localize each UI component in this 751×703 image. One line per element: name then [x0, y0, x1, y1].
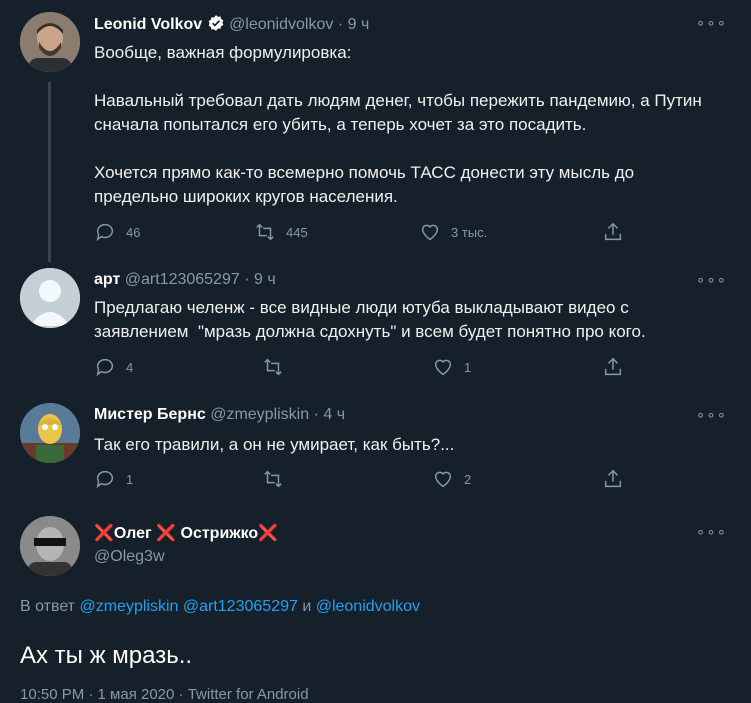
like-button[interactable]: 2 [432, 468, 471, 490]
timestamp[interactable]: 9 ч [348, 16, 370, 33]
cross-mark-icon: ❌ [258, 525, 279, 542]
conjunction: и [302, 598, 312, 615]
share-button[interactable] [602, 468, 624, 490]
verified-icon [208, 15, 223, 31]
display-name-part2[interactable]: Острижко [181, 525, 259, 542]
handle[interactable]: @zmeypliskin [210, 406, 309, 423]
mention-link[interactable]: @leonidvolkov [316, 598, 420, 615]
share-icon [604, 357, 622, 376]
avatar[interactable] [20, 268, 80, 328]
tweet-header: ❌Олег ❌ Острижко❌ [94, 523, 278, 543]
separator-dot: · [337, 16, 344, 33]
retweet-count: 445 [286, 224, 308, 240]
retweet-icon [256, 223, 274, 241]
display-name[interactable]: Мистер Бернс [94, 406, 206, 423]
share-button[interactable] [602, 221, 624, 243]
tweet-actions: 1 2 [94, 468, 654, 492]
reply-button[interactable]: 46 [94, 221, 140, 243]
timestamp[interactable]: 4 ч [323, 406, 345, 423]
avatar[interactable] [20, 403, 80, 463]
cross-mark-icon: ❌ [94, 525, 114, 542]
avatar[interactable] [20, 516, 80, 576]
tweet-header: Мистер Бернс @zmeypliskin · 4 ч [94, 406, 345, 424]
reply-prefix: В ответ [20, 598, 76, 615]
retweet-button[interactable] [262, 468, 294, 490]
retweet-icon [264, 358, 282, 376]
retweet-icon [264, 470, 282, 488]
reply-count: 1 [126, 471, 134, 487]
separator-dot: · [313, 406, 319, 423]
share-button[interactable] [602, 356, 624, 378]
tweet-text: Вообще, важная формулировка: Навальный т… [94, 43, 702, 206]
like-button[interactable]: 3 тыс. [419, 221, 487, 243]
main-tweet-text: Ах ты ж мразь.. [20, 642, 193, 669]
retweet-button[interactable]: 445 [254, 221, 308, 243]
reply-icon [96, 358, 114, 377]
display-name-part1[interactable]: Олег [114, 525, 152, 542]
cross-mark-icon: ❌ [156, 525, 177, 542]
tweet-text: Так его травили, а он не умирает, как бы… [94, 435, 455, 454]
handle[interactable]: @Oleg3w [94, 548, 165, 566]
like-count: 1 [464, 359, 472, 375]
reply-count: 4 [126, 359, 134, 375]
more-options-icon[interactable]: ∘∘∘ [696, 523, 727, 541]
share-icon [604, 469, 622, 488]
mention-link[interactable]: @art123065297 [183, 598, 298, 615]
share-icon [604, 222, 622, 241]
heart-icon [434, 359, 452, 376]
tweet-metadata[interactable]: 10:50 PM · 1 мая 2020 · Twitter for Andr… [20, 686, 309, 703]
heart-icon [434, 471, 452, 488]
more-options-icon[interactable]: ∘∘∘ [696, 14, 727, 32]
reply-count: 46 [126, 224, 141, 240]
like-count: 3 тыс. [451, 224, 488, 240]
reply-button[interactable]: 4 [94, 356, 133, 378]
heart-icon [421, 224, 439, 241]
thread-line [48, 82, 51, 262]
timestamp[interactable]: 9 ч [254, 271, 276, 288]
retweet-button[interactable] [262, 356, 294, 378]
handle[interactable]: @art123065297 [125, 271, 240, 288]
avatar[interactable] [20, 12, 80, 72]
like-button[interactable]: 1 [432, 356, 471, 378]
display-name[interactable]: Leonid Volkov [94, 16, 202, 33]
more-options-icon[interactable]: ∘∘∘ [696, 406, 727, 424]
tweet-header: арт @art123065297 · 9 ч [94, 271, 276, 289]
handle[interactable]: @leonidvolkov [229, 16, 333, 33]
display-name[interactable]: арт [94, 271, 120, 288]
tweet-header: Leonid Volkov @leonidvolkov · 9 ч [94, 14, 369, 34]
tweet-text: Предлагаю челенж - все видные люди ютуба… [94, 298, 646, 341]
tweet-actions: 46 445 3 тыс. [94, 221, 654, 245]
more-options-icon[interactable]: ∘∘∘ [696, 271, 727, 289]
tweet-actions: 4 1 [94, 356, 654, 380]
reply-context: В ответ @zmeypliskin @art123065297 и @le… [20, 598, 420, 616]
mention-link[interactable]: @zmeypliskin [79, 598, 178, 615]
separator-dot: · [244, 271, 250, 288]
reply-button[interactable]: 1 [94, 468, 133, 490]
like-count: 2 [464, 471, 472, 487]
reply-icon [96, 223, 114, 242]
reply-icon [96, 470, 114, 489]
